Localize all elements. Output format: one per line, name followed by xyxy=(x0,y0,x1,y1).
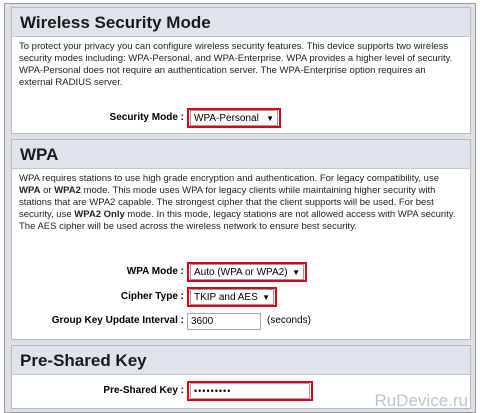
group-key-label: Group Key Update Interval : xyxy=(51,315,184,326)
group-key-input[interactable]: 3600 xyxy=(187,313,261,330)
dropdown-arrow-icon: ▼ xyxy=(292,268,300,277)
watermark: RuDevice.ru xyxy=(374,391,468,410)
security-mode-row: Security Mode : WPA-Personal ▼ xyxy=(12,108,470,128)
group-key-row: Group Key Update Interval : 3600 (second… xyxy=(12,311,470,331)
group-key-units: (seconds) xyxy=(267,315,311,326)
section-description: To protect your privacy you can configur… xyxy=(19,41,453,88)
security-mode-select[interactable]: WPA-Personal ▼ xyxy=(190,110,278,126)
cipher-type-value: TKIP and AES xyxy=(194,292,258,303)
wpa-mode-select[interactable]: Auto (WPA or WPA2) ▼ xyxy=(190,264,304,280)
section-title: Wireless Security Mode xyxy=(12,8,470,37)
security-mode-label: Security Mode : xyxy=(109,112,184,123)
cipher-type-label: Cipher Type : xyxy=(120,291,184,302)
dropdown-arrow-icon: ▼ xyxy=(266,114,274,123)
section-title: Pre-Shared Key xyxy=(12,346,470,375)
cipher-type-select[interactable]: TKIP and AES ▼ xyxy=(190,289,274,305)
wpa-section: WPA WPA requires stations to use high gr… xyxy=(11,139,471,340)
section-title: WPA xyxy=(12,140,470,169)
wpa-mode-label: WPA Mode : xyxy=(126,266,184,277)
wireless-security-mode-section: Wireless Security Mode To protect your p… xyxy=(11,7,471,134)
security-mode-value: WPA-Personal xyxy=(194,113,259,124)
wpa-mode-row: WPA Mode : Auto (WPA or WPA2) ▼ xyxy=(12,262,470,282)
psk-input[interactable]: ••••••••• xyxy=(190,383,310,399)
section-description: WPA requires stations to use high grade … xyxy=(19,173,456,232)
dropdown-arrow-icon: ▼ xyxy=(262,293,270,302)
psk-label: Pre-Shared Key : xyxy=(103,385,184,396)
settings-frame: Wireless Security Mode To protect your p… xyxy=(4,3,476,413)
cipher-type-row: Cipher Type : TKIP and AES ▼ xyxy=(12,287,470,307)
wpa-mode-value: Auto (WPA or WPA2) xyxy=(194,267,288,278)
